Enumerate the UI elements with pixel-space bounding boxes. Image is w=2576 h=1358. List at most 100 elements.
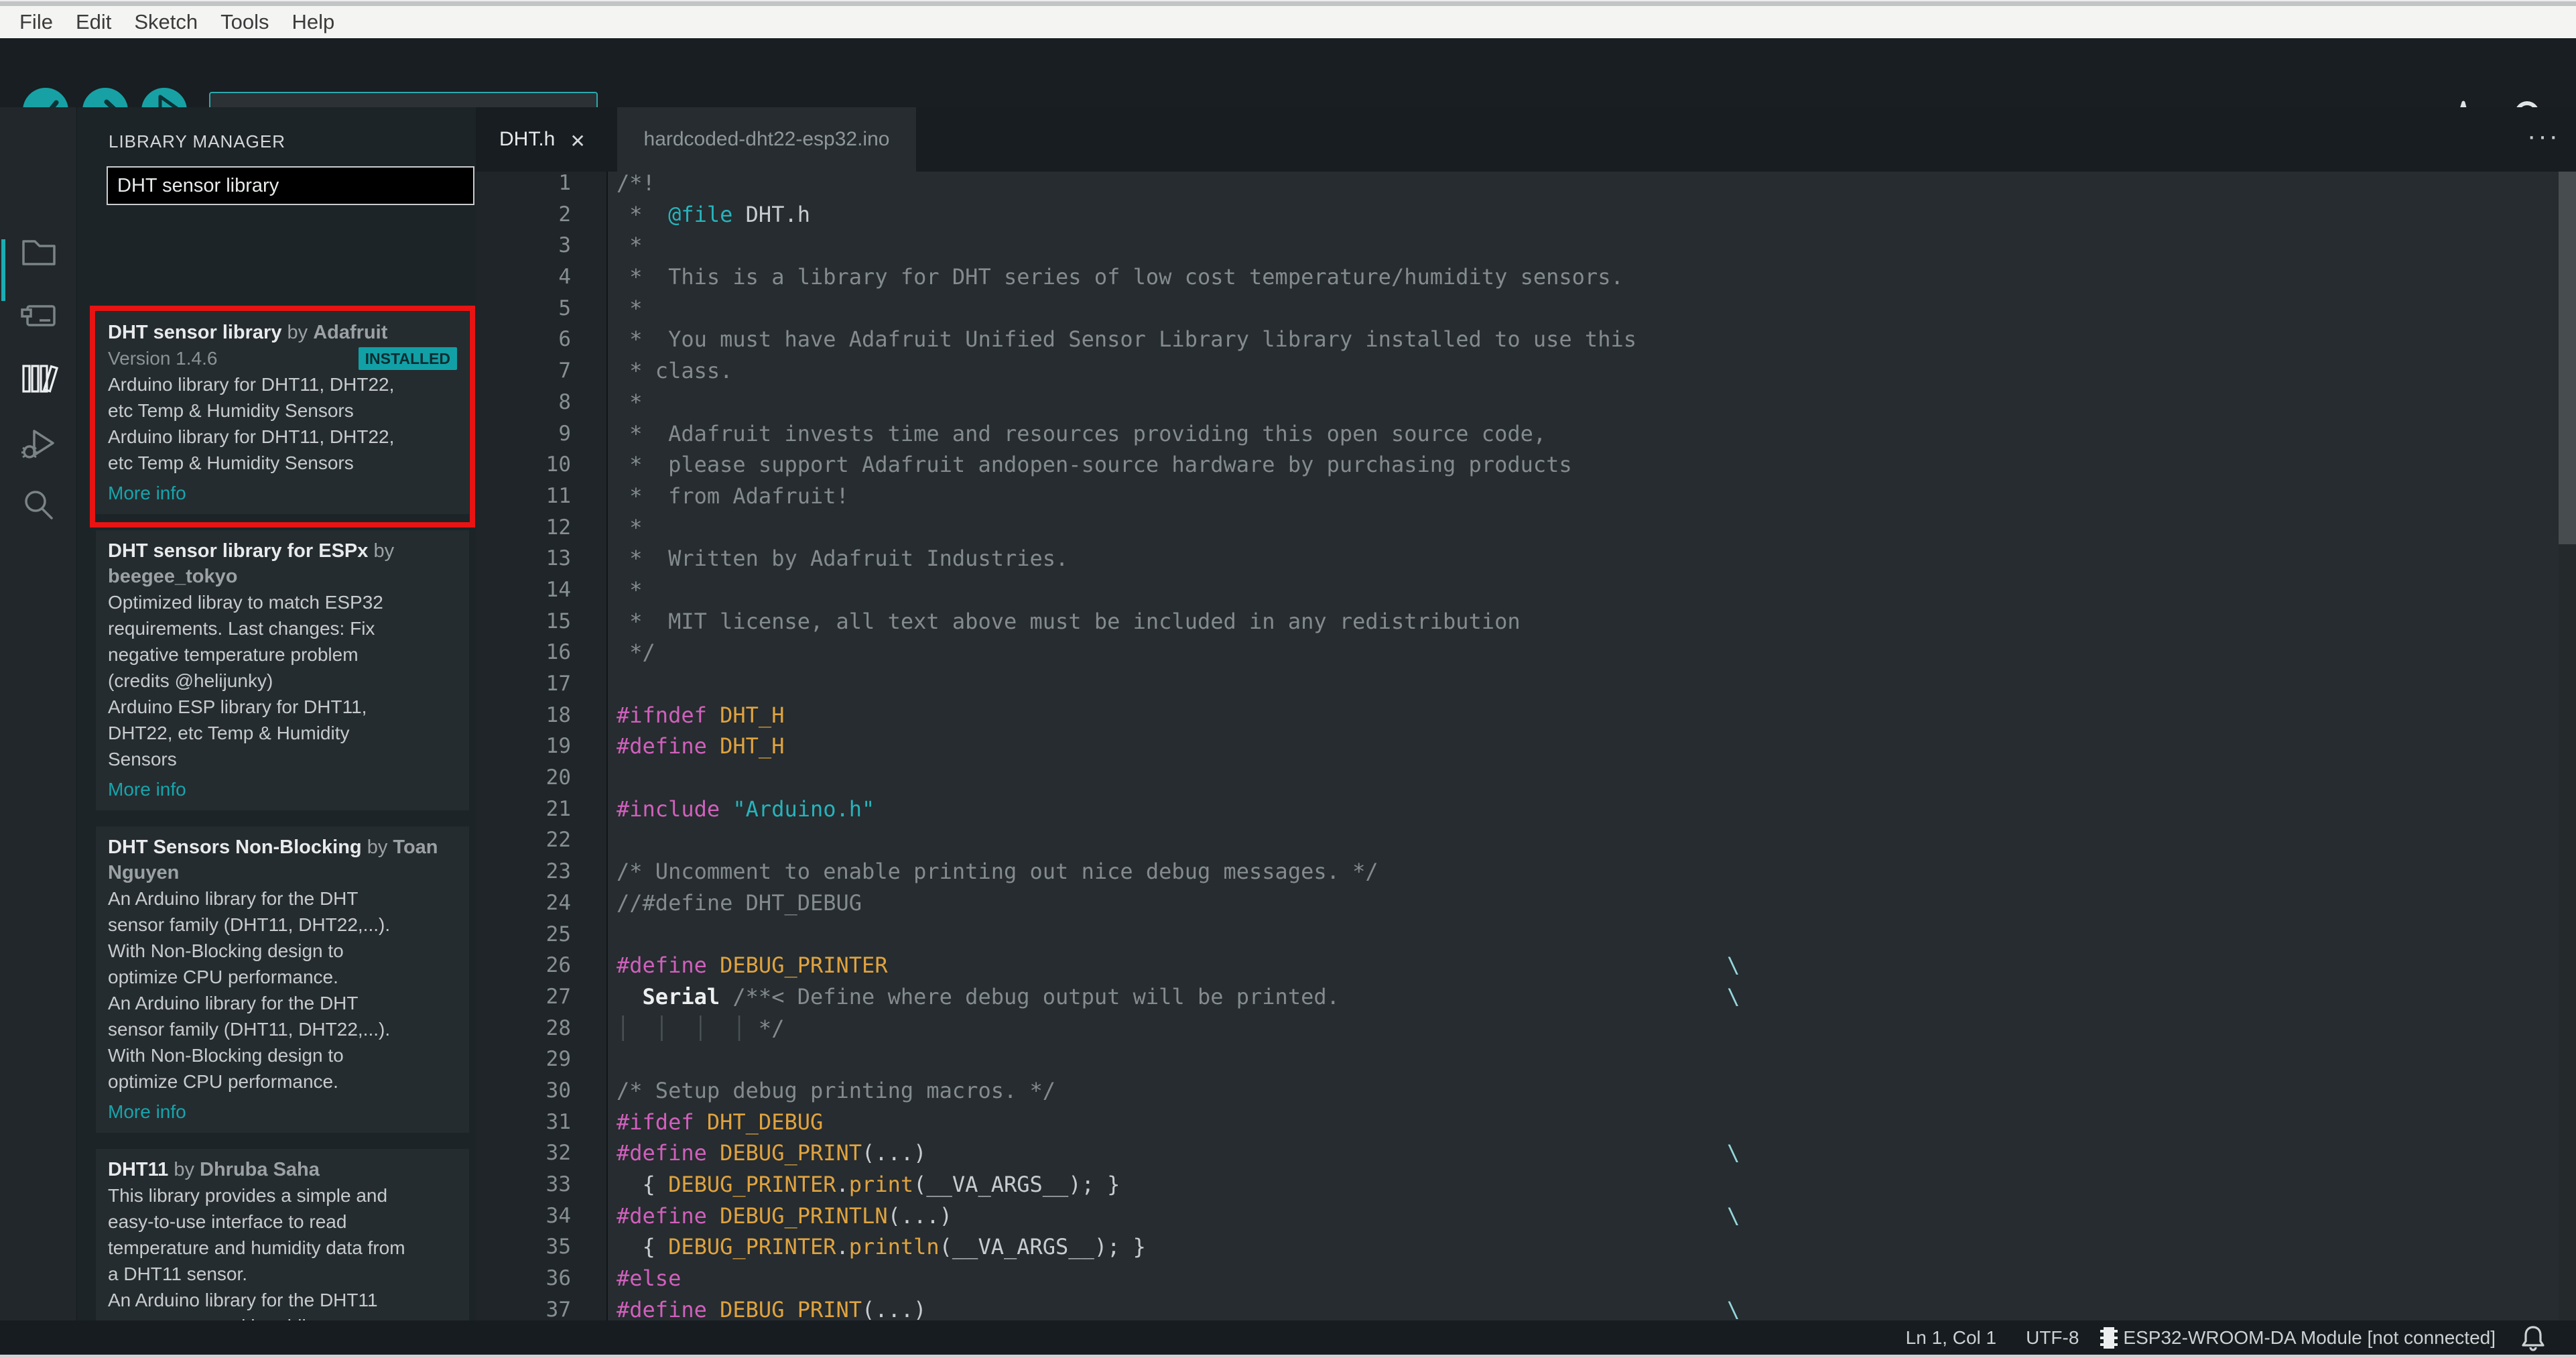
line-number: 2 bbox=[558, 202, 571, 227]
line-number: 9 bbox=[558, 421, 571, 446]
line-number: 6 bbox=[558, 327, 571, 352]
library-description-line: Arduino ESP library for DHT11, bbox=[108, 696, 367, 717]
library-description-line: etc Temp & Humidity Sensors bbox=[108, 400, 354, 421]
code-line: #define DHT_H bbox=[617, 733, 785, 759]
menu-item-help[interactable]: Help bbox=[281, 10, 346, 34]
more-info-link[interactable]: More info bbox=[108, 1099, 186, 1125]
line-number: 8 bbox=[558, 389, 571, 414]
more-info-link[interactable]: More info bbox=[108, 776, 186, 802]
code-line: * bbox=[617, 233, 643, 259]
line-number: 36 bbox=[545, 1266, 571, 1291]
more-info-link[interactable]: More info bbox=[108, 480, 186, 506]
code-line: * bbox=[617, 389, 643, 415]
library-version-row: Version 1.4.6 INSTALLED bbox=[108, 345, 457, 371]
code-editor[interactable]: 1 2 3 4 5 6 7 8 9 10 11 12 13 14 15 16 17 18 19 20 21 22 23 24 2… bbox=[476, 172, 2576, 1320]
library-list: DHT sensor library by Adafruit Version 1.… bbox=[77, 304, 476, 1320]
code-line: Serial /**< Define where debug output wi… bbox=[608, 981, 2559, 1013]
library-description-line: An Arduino library for the DHT11 bbox=[108, 1290, 378, 1310]
library-card[interactable]: DHT11 by Dhruba Saha This library provide… bbox=[96, 1149, 469, 1320]
menu-item-file[interactable]: File bbox=[8, 10, 64, 34]
library-card[interactable]: DHT sensor library for ESPx by beegee_to… bbox=[96, 530, 469, 810]
line-number: 26 bbox=[545, 953, 571, 978]
line-number: 14 bbox=[545, 577, 571, 602]
line-continuation: \ bbox=[1727, 1202, 1740, 1229]
tab-DHT.h[interactable]: DHT.h ✕ bbox=[476, 107, 617, 172]
library-author: beegee_tokyo bbox=[108, 566, 238, 587]
code-line: * Written by Adafruit Industries. bbox=[617, 546, 1069, 572]
code-line: //#define DHT_DEBUG bbox=[617, 889, 862, 916]
library-description-line: Sensors bbox=[108, 749, 177, 769]
line-number: 3 bbox=[558, 233, 571, 258]
code-line: #else bbox=[617, 1266, 682, 1292]
sidebar-item-debug[interactable] bbox=[19, 424, 58, 463]
library-search-input[interactable] bbox=[107, 166, 474, 205]
library-title: DHT sensor library for ESPx by beegee_to… bbox=[108, 538, 457, 589]
library-description-line: requirements. Last changes: Fix bbox=[108, 618, 375, 639]
library-description-line: etc Temp & Humidity Sensors bbox=[108, 452, 354, 473]
library-description-line: temperature and humidity sensor bbox=[108, 1313, 457, 1320]
line-number: 19 bbox=[545, 734, 571, 759]
scrollbar-thumb[interactable] bbox=[2559, 172, 2576, 544]
sidebar-item-library-manager[interactable] bbox=[19, 361, 58, 399]
library-description-line: Arduino library for DHT11, DHT22, bbox=[108, 426, 395, 447]
library-card[interactable]: DHT sensor library by Adafruit Version 1.… bbox=[96, 312, 469, 514]
panel-title: LIBRARY MANAGER bbox=[109, 131, 286, 151]
window-bottom-edge bbox=[0, 1355, 2576, 1358]
library-author: Dhruba Saha bbox=[200, 1159, 320, 1180]
line-continuation: \ bbox=[1727, 1296, 1740, 1320]
menu-item-sketch[interactable]: Sketch bbox=[123, 10, 209, 34]
installed-badge: INSTALLED bbox=[358, 347, 457, 370]
editor-scrollbar[interactable] bbox=[2559, 172, 2576, 1320]
editor-tab-bar: ··· DHT.h ✕ hardcoded-dht22-esp32.ino bbox=[476, 107, 2576, 172]
cursor-position: Ln 1, Col 1 bbox=[1905, 1326, 1997, 1348]
code-line: * This is a library for DHT series of lo… bbox=[617, 264, 1624, 290]
line-number: 22 bbox=[545, 828, 571, 853]
library-description-line: Optimized libray to match ESP32 bbox=[108, 592, 383, 613]
code-line: * bbox=[617, 576, 643, 603]
line-number: 21 bbox=[545, 796, 571, 821]
code-line: * from Adafruit! bbox=[617, 483, 849, 509]
library-description-line: optimize CPU performance. bbox=[108, 967, 338, 987]
sidebar-item-search[interactable] bbox=[19, 487, 58, 526]
line-number: 23 bbox=[545, 859, 571, 884]
folder-icon bbox=[19, 232, 58, 271]
search-icon bbox=[19, 487, 58, 526]
menu-bar: File Edit Sketch Tools Help bbox=[0, 6, 2576, 38]
library-by: by bbox=[368, 540, 395, 562]
code-line: │ │ │ │ */ bbox=[617, 1015, 785, 1041]
bug-debug-icon bbox=[19, 424, 58, 463]
library-by: by bbox=[361, 837, 393, 858]
window-top-edge bbox=[0, 0, 2576, 6]
code-line: * @file DHT.h bbox=[617, 201, 810, 227]
tab-label: hardcoded-dht22-esp32.ino bbox=[643, 128, 890, 150]
close-icon[interactable]: ✕ bbox=[570, 130, 585, 152]
tab-hardcoded-dht22-esp32.ino[interactable]: hardcoded-dht22-esp32.ino bbox=[617, 107, 916, 172]
notifications-bell-icon[interactable] bbox=[2521, 1324, 2545, 1351]
menu-item-edit[interactable]: Edit bbox=[64, 10, 123, 34]
code-line: /* Setup debug printing macros. */ bbox=[617, 1077, 1056, 1103]
toolbar: ESP32-WROOM-DA Module bbox=[0, 38, 2576, 141]
menu-item-tools[interactable]: Tools bbox=[209, 10, 280, 34]
sidebar-item-sketchbook[interactable] bbox=[19, 232, 58, 271]
line-number: 11 bbox=[545, 483, 571, 508]
line-number: 4 bbox=[558, 265, 571, 290]
board-status[interactable]: ESP32-WROOM-DA Module [not connected] bbox=[2100, 1326, 2496, 1350]
library-by: by bbox=[281, 322, 314, 343]
sidebar-item-boards-manager[interactable] bbox=[19, 297, 58, 336]
encoding-indicator: UTF-8 bbox=[2026, 1326, 2079, 1348]
line-number: 28 bbox=[545, 1015, 571, 1040]
library-manager-panel: LIBRARY MANAGER Type: All Topic: All DHT… bbox=[77, 107, 476, 1320]
library-author: Adafruit bbox=[313, 322, 388, 343]
library-card[interactable]: DHT Sensors Non-Blocking by Toan Nguyen A… bbox=[96, 826, 469, 1133]
line-number: 31 bbox=[545, 1109, 571, 1134]
line-number: 25 bbox=[545, 922, 571, 946]
line-number: 18 bbox=[545, 702, 571, 727]
library-name: DHT sensor library bbox=[108, 322, 282, 343]
line-number-gutter: 1 2 3 4 5 6 7 8 9 10 11 12 13 14 15 16 17 18 19 20 21 22 23 24 2… bbox=[476, 172, 608, 1320]
line-number: 13 bbox=[545, 546, 571, 571]
status-bar: Ln 1, Col 1 UTF-8 ESP32-WROOM-DA Module … bbox=[0, 1320, 2576, 1355]
more-actions-icon[interactable]: ··· bbox=[2527, 107, 2560, 172]
line-number: 33 bbox=[545, 1172, 571, 1196]
